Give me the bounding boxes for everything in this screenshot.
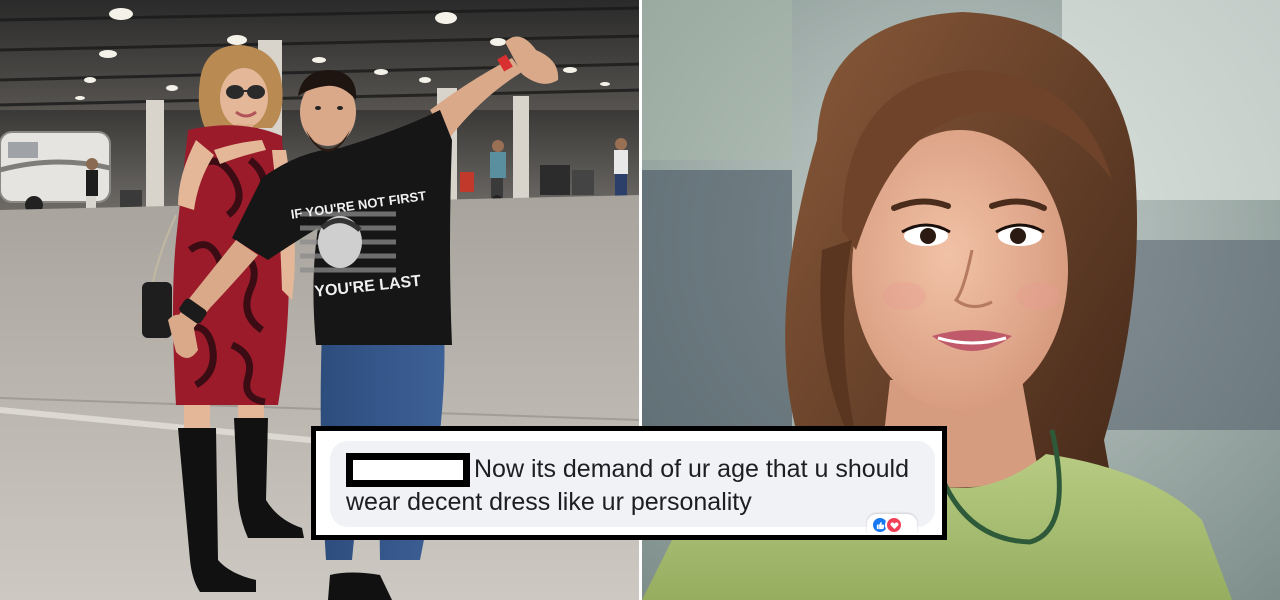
image-collage: IF YOU'RE NOT FIRST YOU'RE LAST Now its … (0, 0, 1280, 600)
comment-bubble: Now its demand of ur age that u should w… (330, 441, 935, 534)
blurred-sofa-left (642, 170, 792, 430)
comment-screenshot: Now its demand of ur age that u should w… (311, 426, 947, 540)
background-worker-3 (614, 138, 628, 198)
comment-text: Now its demand of ur age that u should w… (346, 455, 909, 516)
portrait-right-eye (1010, 228, 1026, 244)
reaction-summary[interactable] (867, 514, 917, 534)
portrait-left-eye (920, 228, 936, 244)
love-reaction-icon (885, 516, 903, 534)
